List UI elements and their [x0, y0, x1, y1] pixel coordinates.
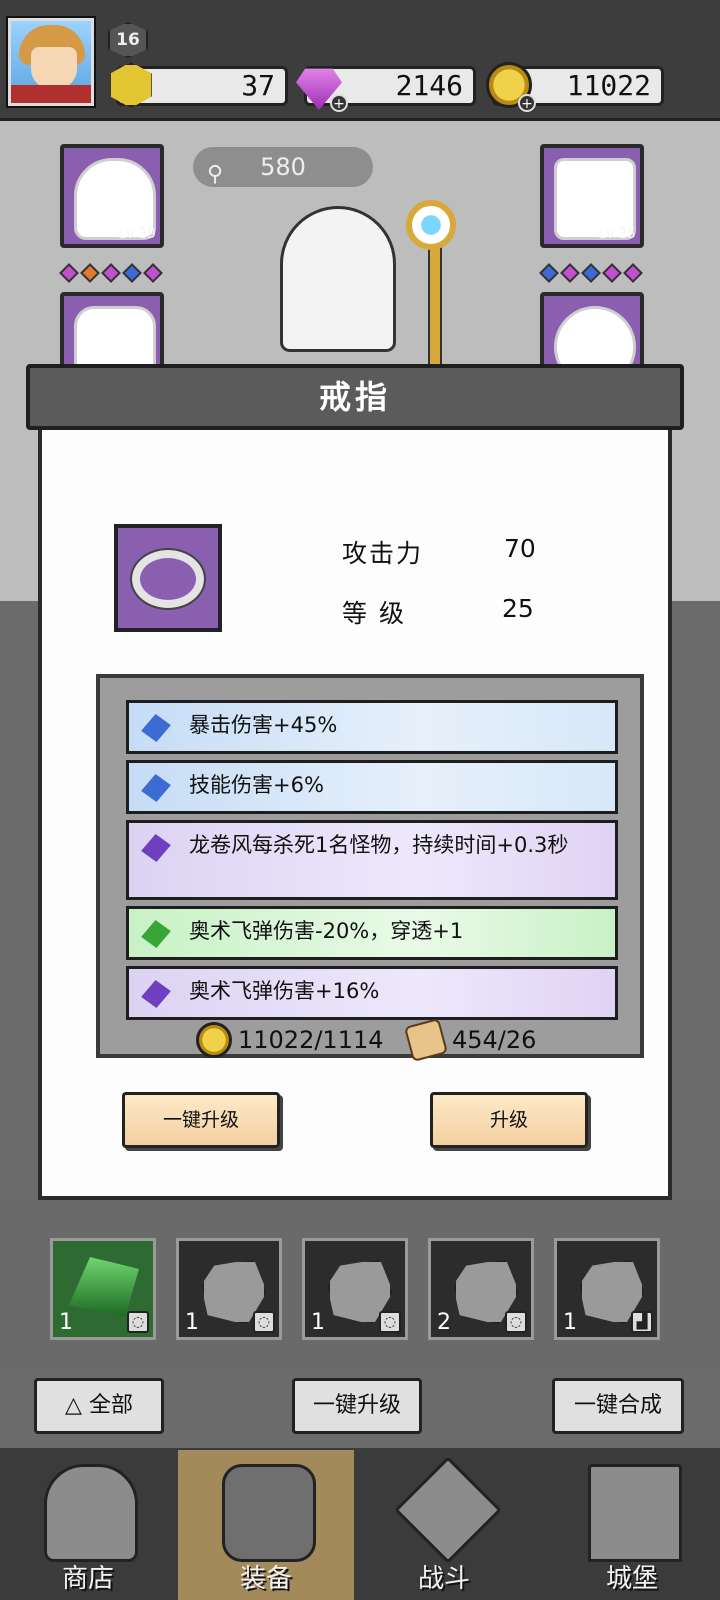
right-slot-star-gems: [539, 263, 643, 284]
nav-shop-label: 商店: [61, 1564, 114, 1594]
purple-gem-icon: [139, 831, 172, 864]
modal-title: 戒指: [26, 364, 684, 430]
inventory-slot-stone[interactable]: 1 ◌: [176, 1238, 282, 1340]
inventory-slot-stone[interactable]: 2 ◌: [428, 1238, 534, 1340]
attribute-row: 龙卷风每杀死1名怪物，持续时间+0.3秒: [126, 820, 618, 900]
item-count: 1: [59, 1310, 73, 1335]
triangle-icon: △: [65, 1393, 89, 1418]
one-key-merge-button[interactable]: 一键合成: [552, 1378, 684, 1434]
item-preview-slot: [114, 524, 222, 632]
blue-gem-icon: [139, 771, 172, 804]
ring-type-icon: ◌: [127, 1311, 149, 1333]
staff-orb: [406, 200, 456, 250]
attribute-text: 技能伤害+6%: [189, 773, 324, 797]
attribute-row: 暴击伤害+45%: [126, 700, 618, 754]
item-count: 2: [437, 1310, 451, 1335]
necklace-type-icon: ◌: [253, 1311, 275, 1333]
add-gems-button[interactable]: +: [330, 94, 348, 112]
gloves-slot[interactable]: Lv:25: [540, 144, 644, 248]
attribute-text: 奥术飞弹伤害-20%，穿透+1: [189, 919, 464, 943]
gold-cost: 11022/1114: [238, 1026, 384, 1054]
attribute-row: 奥术飞弹伤害+16%: [126, 966, 618, 1020]
nav-equip[interactable]: 装备: [178, 1450, 354, 1600]
backpack-icon: [222, 1464, 316, 1562]
level-value: 25: [502, 594, 534, 623]
shop-icon: [44, 1464, 138, 1562]
inventory-slot-stone[interactable]: 1 ◌: [302, 1238, 408, 1340]
nav-castle[interactable]: 城堡: [544, 1450, 720, 1600]
upgrade-button[interactable]: 升级: [430, 1092, 588, 1148]
attribute-text: 奥术飞弹伤害+16%: [189, 979, 380, 1003]
power-icon: ⚲: [207, 162, 224, 187]
nav-equip-label: 装备: [239, 1564, 292, 1594]
scroll-cost: 454/26: [452, 1026, 537, 1054]
crossed-swords-icon: [394, 1456, 502, 1564]
attributes-panel: 暴击伤害+45% 技能伤害+6% 龙卷风每杀死1名怪物，持续时间+0.3秒 奥术…: [96, 674, 644, 1058]
boots-type-icon: ▟: [631, 1311, 653, 1333]
nav-battle[interactable]: 战斗: [356, 1450, 532, 1600]
armor-slot[interactable]: [60, 292, 164, 388]
castle-icon: [588, 1464, 682, 1562]
necklace-type-icon: ◌: [505, 1311, 527, 1333]
gloves-level: Lv:25: [598, 226, 636, 242]
item-count: 1: [563, 1310, 577, 1335]
item-detail-modal: 戒指 攻击力 70 等 级 25 暴击伤害+45% 技能伤害+6% 龙卷风每杀死…: [26, 364, 684, 1200]
nav-castle-label: 城堡: [605, 1564, 658, 1594]
inventory-slot-stone[interactable]: 1 ▟: [554, 1238, 660, 1340]
hero-character: [260, 196, 480, 390]
nav-battle-label: 战斗: [417, 1564, 470, 1594]
item-count: 1: [311, 1310, 325, 1335]
emerald-icon: [69, 1257, 139, 1317]
nav-shop[interactable]: 商店: [0, 1450, 176, 1600]
power-indicator: ⚲ 580: [193, 147, 373, 187]
ring-slot[interactable]: [540, 292, 644, 388]
blue-gem-icon: [139, 711, 172, 744]
ring-icon: [130, 548, 206, 610]
power-value: 580: [260, 153, 306, 181]
attribute-row: 技能伤害+6%: [126, 760, 618, 814]
attack-label: 攻击力: [342, 539, 424, 568]
helmet-level: Lv:29: [118, 226, 156, 242]
gold-coin-icon: [196, 1022, 232, 1058]
add-gold-button[interactable]: +: [518, 94, 536, 112]
purple-gem-icon: [139, 977, 172, 1010]
attribute-text: 暴击伤害+45%: [189, 713, 338, 737]
helmet-slot[interactable]: Lv:29: [60, 144, 164, 248]
attribute-row: 奥术飞弹伤害-20%，穿透+1: [126, 906, 618, 960]
one-key-upgrade-all-button[interactable]: 一键升级: [292, 1378, 422, 1434]
green-gem-icon: [139, 917, 172, 950]
attack-value: 70: [504, 534, 536, 563]
modal-body: 攻击力 70 等 级 25 暴击伤害+45% 技能伤害+6% 龙卷风每杀死1名怪…: [38, 430, 672, 1200]
filter-all-button[interactable]: △ 全部: [34, 1378, 164, 1434]
player-avatar[interactable]: [6, 16, 96, 108]
level-label: 等 级: [342, 599, 406, 628]
inventory-slot-emerald[interactable]: 1 ◌: [50, 1238, 156, 1340]
one-key-upgrade-button[interactable]: 一键升级: [122, 1092, 280, 1148]
item-count: 1: [185, 1310, 199, 1335]
left-slot-star-gems: [59, 263, 163, 284]
attribute-text: 龙卷风每杀死1名怪物，持续时间+0.3秒: [189, 833, 569, 857]
necklace-type-icon: ◌: [379, 1311, 401, 1333]
filter-all-label: 全部: [88, 1393, 133, 1418]
hero-hood: [280, 206, 396, 352]
